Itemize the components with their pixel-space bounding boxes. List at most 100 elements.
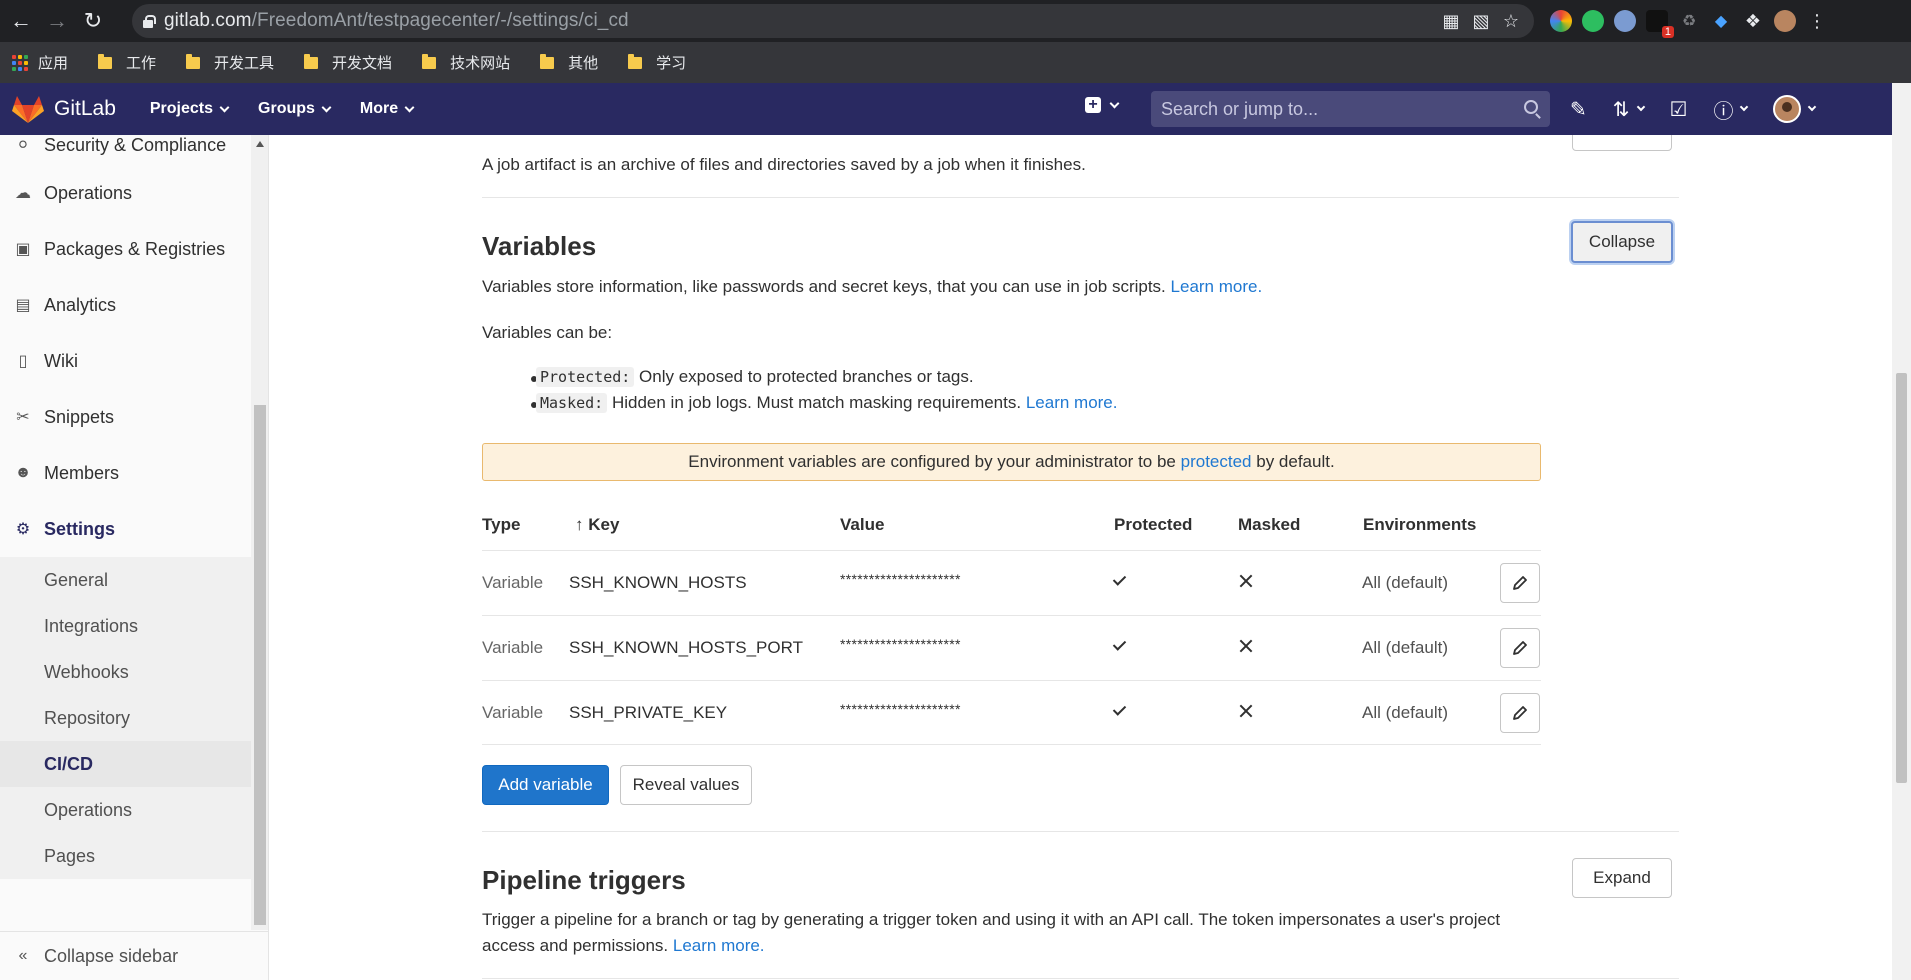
bookmark-star-icon[interactable]: ☆: [1500, 10, 1522, 32]
page-scrollbar[interactable]: [1892, 83, 1911, 980]
page-scroll-thumb[interactable]: [1896, 373, 1907, 783]
gitlab-logo[interactable]: GitLab: [12, 94, 116, 124]
merge-requests-icon[interactable]: ⇅: [1613, 97, 1645, 122]
section-divider: [482, 197, 1679, 198]
bookmark-folder[interactable]: 其他: [540, 52, 598, 73]
extension-chrome-icon[interactable]: [1550, 10, 1572, 32]
variable-value: *********************: [840, 701, 961, 717]
pipeline-triggers-expand-button[interactable]: Expand: [1572, 858, 1672, 898]
nav-more[interactable]: More: [360, 100, 415, 118]
variables-collapse-button[interactable]: Collapse: [1571, 221, 1673, 263]
bookmark-folder[interactable]: 工作: [98, 52, 156, 73]
collapse-sidebar-button[interactable]: « Collapse sidebar: [0, 931, 268, 980]
chevron-down-icon: [1109, 98, 1120, 108]
table-row: Variable SSH_KNOWN_HOSTS_PORT **********…: [482, 615, 1541, 680]
pencil-icon: [1513, 576, 1527, 590]
column-header-type[interactable]: Type: [482, 515, 520, 535]
back-icon[interactable]: ←: [6, 6, 36, 36]
translate-icon[interactable]: ▧: [1470, 10, 1492, 32]
bookmark-apps[interactable]: 应用: [12, 52, 68, 73]
double-chevron-left-icon: «: [18, 947, 28, 964]
bookmark-folder[interactable]: 学习: [628, 52, 686, 73]
column-header-environments[interactable]: Environments: [1363, 515, 1476, 535]
column-header-key[interactable]: ↑ Key: [575, 515, 619, 535]
masking-learn-more-link[interactable]: Learn more.: [1026, 393, 1118, 412]
extension-face-icon[interactable]: [1614, 10, 1636, 32]
folder-icon: [304, 53, 319, 69]
variable-type: Variable: [482, 638, 544, 657]
variable-environment: All (default): [1362, 573, 1448, 592]
extension-badge-icon[interactable]: 1: [1646, 10, 1674, 38]
forward-icon[interactable]: →: [42, 6, 72, 36]
sidebar-subitem-cicd[interactable]: CI/CD: [0, 741, 251, 787]
nav-groups[interactable]: Groups: [258, 100, 332, 118]
nav-projects[interactable]: Projects: [150, 100, 230, 118]
sidebar-subitem-general[interactable]: General: [0, 557, 251, 603]
sidebar-item-packages[interactable]: ▣ Packages & Registries: [0, 221, 251, 277]
bookmark-folder[interactable]: 技术网站: [422, 52, 510, 73]
url-text[interactable]: gitlab.com/FreedomAnt/testpagecenter/-/s…: [164, 10, 629, 32]
sidebar-item-analytics[interactable]: ▤ Analytics: [0, 277, 251, 333]
extension-badge-count: 1: [1661, 26, 1674, 38]
lock-icon: [142, 15, 156, 28]
scissors-icon: ✂: [16, 409, 30, 426]
artifacts-description: A job artifact is an archive of files an…: [482, 155, 1086, 174]
column-header-value[interactable]: Value: [840, 515, 884, 535]
sidebar-item-snippets[interactable]: ✂ Snippets: [0, 389, 251, 445]
folder-icon: [628, 53, 643, 69]
browser-toolbar: ← → ↻ gitlab.com/FreedomAnt/testpagecent…: [0, 0, 1911, 42]
column-header-masked[interactable]: Masked: [1238, 515, 1300, 535]
address-bar[interactable]: gitlab.com/FreedomAnt/testpagecenter/-/s…: [132, 4, 1534, 38]
artifacts-expand-button[interactable]: [1572, 135, 1672, 151]
sidebar-subitem-integrations[interactable]: Integrations: [0, 603, 251, 649]
check-icon: [1114, 705, 1128, 715]
pipeline-triggers-description-2: access and permissions. Learn more.: [482, 936, 765, 955]
bullet-protected: Protected: Only exposed to protected bra…: [536, 367, 974, 387]
extension-recycle-icon[interactable]: ♻: [1678, 10, 1700, 32]
sidebar-item-members[interactable]: ☻ Members: [0, 445, 251, 501]
reveal-values-button[interactable]: Reveal values: [620, 765, 752, 805]
add-variable-button[interactable]: Add variable: [482, 765, 609, 805]
qr-code-icon[interactable]: ▦: [1440, 10, 1462, 32]
variable-type: Variable: [482, 703, 544, 722]
edit-variable-button[interactable]: [1500, 693, 1540, 733]
scroll-up-icon[interactable]: [256, 141, 264, 147]
extension-gem-icon[interactable]: ◆: [1710, 10, 1732, 32]
bookmark-folder[interactable]: 开发文档: [304, 52, 392, 73]
learn-more-link[interactable]: Learn more.: [1171, 277, 1263, 296]
column-header-protected[interactable]: Protected: [1114, 515, 1192, 535]
sidebar-scrollbar[interactable]: [251, 135, 268, 930]
bookmark-folder[interactable]: 开发工具: [186, 52, 274, 73]
new-item-dropdown[interactable]: +: [1085, 97, 1120, 113]
user-menu[interactable]: [1773, 95, 1817, 123]
browser-menu-icon[interactable]: ⋮: [1806, 10, 1828, 32]
edit-variable-button[interactable]: [1500, 563, 1540, 603]
sidebar-item-operations[interactable]: ☁ Operations: [0, 165, 251, 221]
sidebar-item-settings[interactable]: ⚙ Settings: [0, 501, 251, 557]
sidebar-subitem-operations[interactable]: Operations: [0, 787, 251, 833]
plus-square-icon: +: [1085, 97, 1101, 113]
brand-name: GitLab: [54, 97, 116, 120]
extensions-puzzle-icon[interactable]: ❖: [1742, 10, 1764, 32]
extension-evernote-icon[interactable]: [1582, 10, 1604, 32]
todos-icon[interactable]: ☑: [1670, 97, 1688, 122]
sidebar-subitem-pages[interactable]: Pages: [0, 833, 251, 879]
triggers-learn-more-link[interactable]: Learn more.: [673, 936, 765, 955]
protected-link[interactable]: protected: [1181, 452, 1252, 472]
close-icon: [1239, 574, 1253, 588]
variable-value: *********************: [840, 636, 961, 652]
edit-variable-button[interactable]: [1500, 628, 1540, 668]
sidebar-subitem-webhooks[interactable]: Webhooks: [0, 649, 251, 695]
help-icon[interactable]: ⓘ: [1713, 95, 1749, 124]
profile-avatar-icon[interactable]: [1774, 10, 1796, 32]
sidebar-subitem-repository[interactable]: Repository: [0, 695, 251, 741]
issues-icon[interactable]: ✎: [1570, 97, 1587, 122]
sidebar-scroll-thumb[interactable]: [254, 405, 266, 925]
sidebar-item-wiki[interactable]: ▯ Wiki: [0, 333, 251, 389]
chart-icon: ▤: [15, 297, 31, 314]
check-icon: [1114, 575, 1128, 585]
reload-icon[interactable]: ↻: [78, 6, 108, 36]
pipeline-triggers-title: Pipeline triggers: [482, 865, 686, 895]
bullet-masked: Masked: Hidden in job logs. Must match m…: [536, 393, 1118, 413]
search-input[interactable]: Search or jump to...: [1151, 91, 1550, 127]
